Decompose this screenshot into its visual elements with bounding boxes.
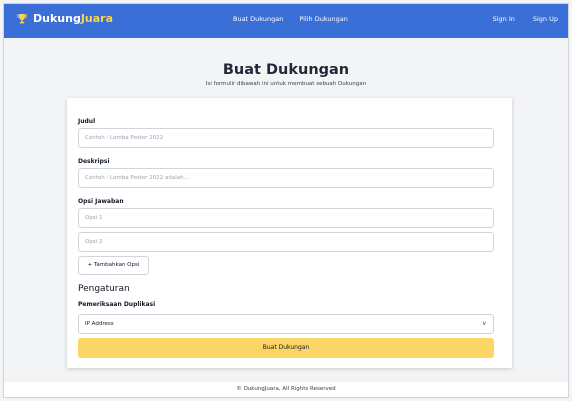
sign-in-link[interactable]: Sign In [493, 15, 515, 23]
duplicate-check-value: IP Address [85, 321, 114, 327]
sign-up-link[interactable]: Sign Up [533, 15, 558, 23]
nav-right: Sign In Sign Up [493, 15, 558, 23]
navbar: DukungJuara Buat Dukungan Pilih Dukungan… [4, 4, 568, 38]
app-frame: DukungJuara Buat Dukungan Pilih Dukungan… [3, 3, 569, 398]
footer: © DukungJuara, All Rights Reserved [4, 382, 568, 397]
trophy-icon [17, 13, 27, 23]
opsi-1-input[interactable]: Opsi 1 [78, 208, 494, 228]
opsi-2-input[interactable]: Opsi 2 [78, 232, 494, 252]
duplicate-check-label: Pemeriksaan Duplikasi [78, 301, 156, 308]
nav-link-buat-dukungan[interactable]: Buat Dukungan [233, 15, 283, 23]
judul-label: Judul [78, 118, 96, 125]
form-card: Judul Contoh : Lomba Poster 2022 Deskrip… [67, 98, 512, 368]
page-title: Buat Dukungan [222, 62, 350, 78]
nav-center: Buat Dukungan Pilih Dukungan [233, 15, 348, 23]
settings-title: Pengaturan [78, 284, 130, 294]
deskripsi-label: Deskripsi [78, 158, 110, 165]
opsi-jawaban-label: Opsi Jawaban [78, 198, 124, 205]
submit-button[interactable]: Buat Dukungan [78, 338, 494, 358]
page-subtitle: Isi formulir dibawah ini untuk membuat s… [205, 81, 367, 87]
chevron-down-icon: v [482, 320, 486, 327]
add-option-button[interactable]: + Tambahkan Opsi [78, 256, 149, 275]
nav-link-pilih-dukungan[interactable]: Pilih Dukungan [299, 15, 348, 23]
brand-name: DukungJuara [33, 12, 114, 25]
page-heading: Buat Dukungan Isi formulir dibawah ini u… [4, 62, 568, 87]
deskripsi-input[interactable]: Contoh : Lomba Poster 2022 adalah.... [78, 168, 494, 188]
judul-input[interactable]: Contoh : Lomba Poster 2022 [78, 128, 494, 148]
brand-logo[interactable]: DukungJuara [16, 12, 113, 25]
duplicate-check-select[interactable]: IP Address v [78, 314, 494, 334]
